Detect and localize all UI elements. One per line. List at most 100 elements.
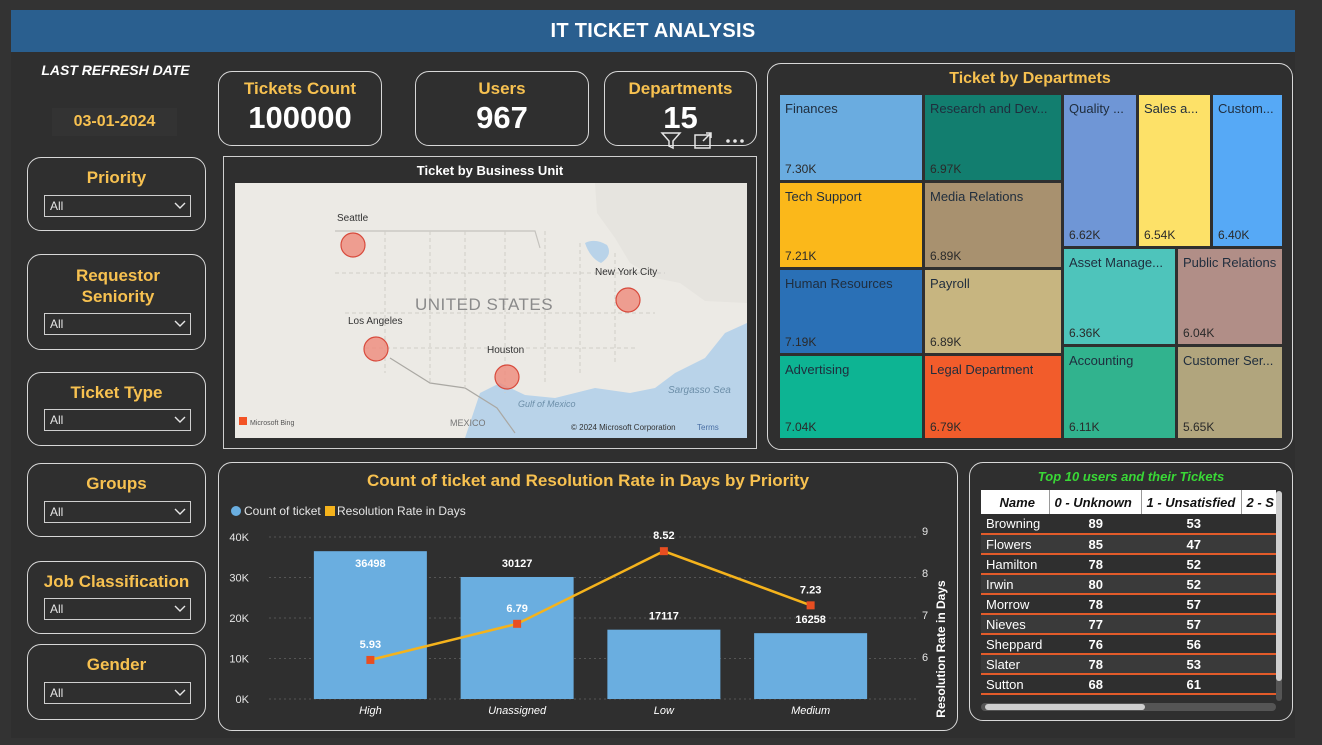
treemap-cell[interactable]: Accounting 6.11K — [1063, 346, 1176, 439]
table-row[interactable]: Irwin 80 52 — [981, 574, 1276, 595]
treemap-cell[interactable]: Quality ... 6.62K — [1063, 94, 1137, 247]
map-terms-link[interactable]: Terms — [697, 423, 719, 432]
treemap-cell[interactable]: Payroll 6.89K — [924, 269, 1062, 354]
table-cell: 57 — [1141, 614, 1241, 635]
map-region-label: MEXICO — [450, 418, 486, 428]
treemap-cell[interactable]: Advertising 7.04K — [779, 355, 923, 439]
los-angeles-bubble[interactable] — [363, 336, 389, 362]
line-point[interactable] — [366, 655, 375, 664]
horizontal-scrollbar[interactable] — [981, 703, 1276, 711]
line-point[interactable] — [659, 547, 668, 556]
gender-dropdown[interactable]: All — [44, 682, 191, 704]
line-point[interactable] — [513, 619, 522, 628]
line-point[interactable] — [806, 601, 815, 610]
treemap-cell[interactable]: Media Relations 6.89K — [924, 182, 1062, 268]
table-row[interactable]: Morrow 78 57 — [981, 594, 1276, 615]
y-tick-label: 20K — [229, 613, 249, 625]
treemap-cell[interactable]: Public Relations 6.04K — [1177, 248, 1283, 345]
kpi-label: Tickets Count — [243, 79, 357, 98]
table-row[interactable]: Slater 78 53 — [981, 654, 1276, 675]
x-tick-label: High — [359, 705, 382, 717]
map-attribution: © 2024 Microsoft Corporation — [571, 423, 676, 432]
map-region-label: Gulf of Mexico — [518, 399, 576, 409]
table-cell: Slater — [981, 654, 1049, 675]
treemap-cell[interactable]: Research and Dev... 6.97K — [924, 94, 1062, 181]
treemap-cell[interactable]: Asset Manage... 6.36K — [1063, 248, 1176, 345]
groups-dropdown[interactable]: All — [44, 501, 191, 523]
treemap-cell[interactable]: Custom... 6.40K — [1212, 94, 1283, 247]
groups-slicer: Groups All — [27, 463, 206, 537]
ticket-type-slicer: Ticket Type All — [27, 372, 206, 446]
gender-slicer: Gender All — [27, 644, 206, 720]
table-cell: Sheppard — [981, 634, 1049, 655]
treemap-cell[interactable]: Human Resources 7.19K — [779, 269, 923, 354]
table-cell — [1241, 554, 1276, 575]
column-header[interactable]: 1 - Unsatisfied — [1141, 490, 1242, 514]
priority-dropdown[interactable]: All — [44, 195, 191, 217]
vertical-scrollbar[interactable] — [1276, 491, 1282, 701]
bar[interactable] — [460, 576, 574, 699]
table-row[interactable]: Sheppard 76 56 — [981, 634, 1276, 655]
new-york-bubble[interactable] — [615, 287, 641, 313]
more-options-icon[interactable] — [724, 131, 746, 151]
table-cell: 78 — [1049, 594, 1141, 615]
bar[interactable] — [313, 551, 427, 699]
map-canvas[interactable]: Seattle New York City Los Angeles Housto… — [235, 183, 747, 438]
table-cell: Flowers — [981, 534, 1049, 555]
table-cell: Morrow — [981, 594, 1049, 615]
table-row[interactable]: Nieves 77 57 — [981, 614, 1276, 635]
x-tick-label: Unassigned — [488, 705, 547, 717]
line-data-label: 6.79 — [506, 603, 527, 615]
treemap-cell[interactable]: Customer Ser... 5.65K — [1177, 346, 1283, 439]
table-title: Top 10 users and their Tickets — [1037, 469, 1225, 484]
report-title-bar: IT TICKET ANALYSIS — [11, 10, 1295, 52]
job-classification-slicer: Job Classification All — [27, 561, 206, 634]
treemap-cell[interactable]: Tech Support 7.21K — [779, 182, 923, 268]
chevron-down-icon — [174, 605, 186, 612]
table-row[interactable]: Hamilton 78 52 — [981, 554, 1276, 575]
column-header[interactable]: 0 - Unknown — [1049, 490, 1142, 514]
table-row[interactable]: Browning 89 53 — [981, 514, 1276, 535]
table-row[interactable]: Sutton 68 61 — [981, 674, 1276, 695]
legend-marker — [231, 506, 241, 516]
treemap-cell[interactable]: Finances 7.30K — [779, 94, 923, 181]
seattle-bubble[interactable] — [340, 232, 366, 258]
chevron-down-icon — [174, 508, 186, 515]
treemap-cell-label: Customer Ser... — [1183, 353, 1274, 368]
combo-chart-title: Count of ticket and Resolution Rate in D… — [366, 471, 810, 490]
bar[interactable] — [607, 629, 721, 699]
treemap-cell-value: 6.89K — [930, 335, 962, 349]
treemap-cell[interactable]: Legal Department 6.79K — [924, 355, 1062, 439]
table-cell: 77 — [1049, 614, 1141, 635]
filter-icon[interactable] — [660, 131, 682, 151]
priority-slicer: Priority All — [27, 157, 206, 231]
column-header[interactable]: 2 - S — [1241, 490, 1276, 514]
table-cell: 76 — [1049, 634, 1141, 655]
table-cell — [1241, 514, 1276, 535]
column-header[interactable]: Name — [981, 490, 1050, 514]
treemap-cell-label: Payroll — [930, 276, 970, 291]
bar-data-label: 36498 — [355, 558, 386, 570]
treemap-cell-label: Quality ... — [1069, 101, 1124, 116]
bar[interactable] — [754, 633, 868, 699]
table-cell: Irwin — [981, 574, 1049, 595]
requestor-seniority-dropdown[interactable]: All — [44, 313, 191, 335]
treemap-cell-value: 7.04K — [785, 420, 817, 434]
users-card: Users 967 — [415, 71, 589, 146]
last-refresh-date: 03-01-2024 — [52, 108, 177, 136]
map-city-label: Los Angeles — [348, 316, 403, 327]
last-refresh-label: LAST REFRESH DATE — [41, 62, 190, 78]
job-classification-dropdown[interactable]: All — [44, 598, 191, 620]
legend-label: Count of ticket — [244, 504, 321, 518]
table-row[interactable]: Flowers 85 47 — [981, 534, 1276, 555]
ticket-type-dropdown[interactable]: All — [44, 409, 191, 431]
chevron-down-icon — [174, 689, 186, 696]
houston-bubble[interactable] — [494, 364, 520, 390]
y2-tick-label: 9 — [922, 526, 928, 538]
focus-mode-icon[interactable] — [692, 131, 714, 151]
requestor-seniority-slicer: Requestor Seniority All — [27, 254, 206, 350]
dropdown-value: All — [50, 686, 64, 700]
treemap-cell-label: Media Relations — [930, 189, 1024, 204]
treemap-cell-label: Asset Manage... — [1069, 255, 1163, 270]
treemap-cell[interactable]: Sales a... 6.54K — [1138, 94, 1211, 247]
